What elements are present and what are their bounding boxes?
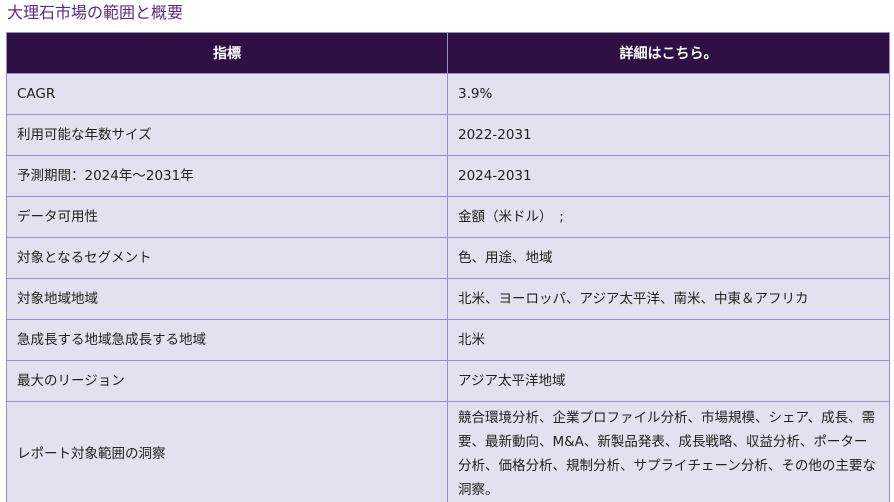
row-label: 対象地域地域 bbox=[6, 278, 448, 320]
table-row: 対象となるセグメント 色、用途、地域 bbox=[6, 237, 890, 279]
row-label: 急成長する地域急成長する地域 bbox=[6, 319, 448, 361]
table-row: データ可用性 金額（米ドル） ; bbox=[6, 196, 890, 238]
table-row: 利用可能な年数サイズ 2022-2031 bbox=[6, 114, 890, 156]
row-label: 予測期間：2024年～2031年 bbox=[6, 155, 448, 197]
header-details: 詳細はこちら。 bbox=[447, 32, 890, 74]
row-value: 色、用途、地域 bbox=[447, 237, 890, 279]
row-label: レポート対象範囲の洞察 bbox=[6, 401, 448, 502]
row-value: 北米、ヨーロッパ、アジア太平洋、南米、中東＆アフリカ bbox=[447, 278, 890, 320]
table-row: CAGR 3.9% bbox=[6, 73, 890, 115]
table-row: 予測期間：2024年～2031年 2024-2031 bbox=[6, 155, 890, 197]
row-label: CAGR bbox=[6, 73, 448, 115]
table-row: 急成長する地域急成長する地域 北米 bbox=[6, 319, 890, 361]
table-row: 最大のリージョン アジア太平洋地域 bbox=[6, 360, 890, 402]
row-value: 競合環境分析、企業プロファイル分析、市場規模、シェア、成長、需要、最新動向、M&… bbox=[447, 401, 890, 502]
row-value: アジア太平洋地域 bbox=[447, 360, 890, 402]
row-value: 2024-2031 bbox=[447, 155, 890, 197]
row-value: 3.9% bbox=[447, 73, 890, 115]
row-value: 2022-2031 bbox=[447, 114, 890, 156]
header-metric: 指標 bbox=[6, 32, 448, 74]
table-row: 対象地域地域 北米、ヨーロッパ、アジア太平洋、南米、中東＆アフリカ bbox=[6, 278, 890, 320]
row-label: 対象となるセグメント bbox=[6, 237, 448, 279]
row-label: データ可用性 bbox=[6, 196, 448, 238]
row-label: 最大のリージョン bbox=[6, 360, 448, 402]
page-title: 大理石市場の範囲と概要 bbox=[7, 3, 184, 22]
page: 大理石市場の範囲と概要 指標 詳細はこちら。 CAGR 3.9% 利用可能な年数… bbox=[0, 0, 894, 502]
row-value: 金額（米ドル） ; bbox=[447, 196, 890, 238]
market-overview-table: 指標 詳細はこちら。 CAGR 3.9% 利用可能な年数サイズ 2022-203… bbox=[6, 32, 890, 502]
table-row: レポート対象範囲の洞察 競合環境分析、企業プロファイル分析、市場規模、シェア、成… bbox=[6, 401, 890, 502]
row-label: 利用可能な年数サイズ bbox=[6, 114, 448, 156]
row-value: 北米 bbox=[447, 319, 890, 361]
table-header-row: 指標 詳細はこちら。 bbox=[6, 32, 890, 74]
